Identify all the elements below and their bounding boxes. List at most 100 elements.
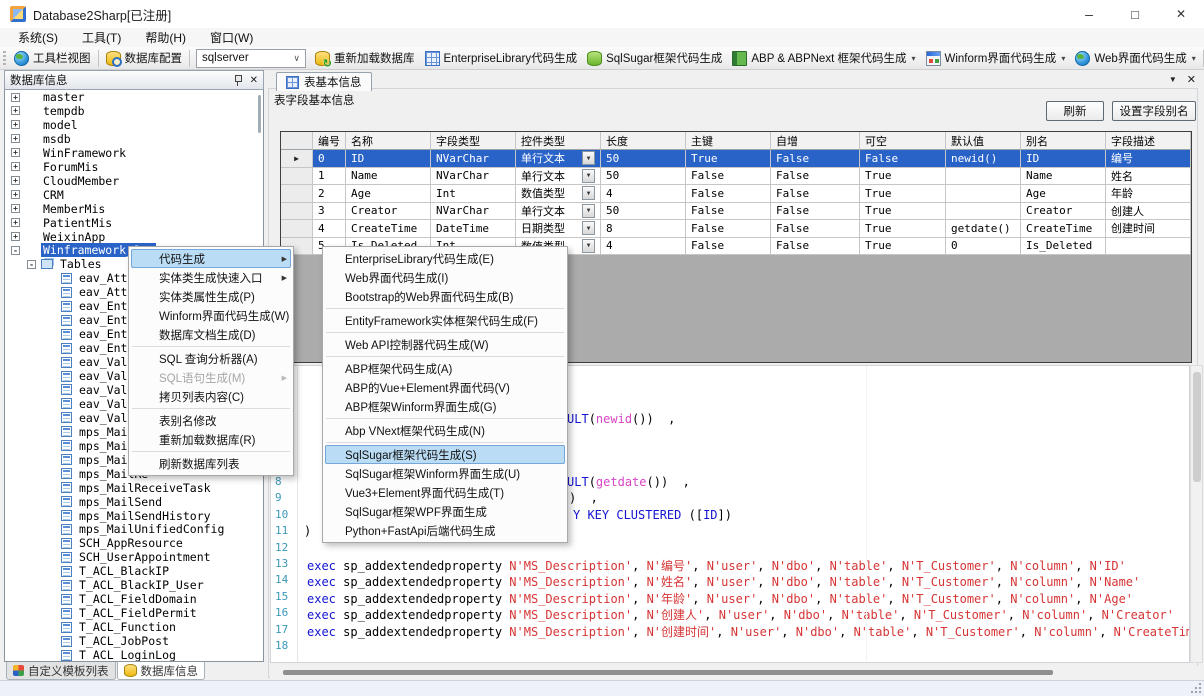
context-menu-item[interactable]: 代码生成▶ xyxy=(131,249,291,268)
editor-vscrollbar[interactable] xyxy=(1190,365,1203,663)
grid-cell[interactable]: 0 xyxy=(946,238,1021,256)
grid-cell[interactable]: NVarChar xyxy=(431,150,516,168)
grid-cell[interactable]: False xyxy=(771,220,860,238)
tree-node[interactable]: +tempdb xyxy=(5,104,263,118)
tree-node[interactable]: T_ACL_FieldPermit xyxy=(5,606,263,620)
pin-icon[interactable] xyxy=(233,74,242,86)
tree-node[interactable]: +CRM xyxy=(5,188,263,202)
grid-cell[interactable]: 4 xyxy=(601,238,686,256)
submenu-item[interactable]: ABP框架Winform界面生成(G) xyxy=(325,397,565,416)
tree-node[interactable]: T_ACL_FieldDomain xyxy=(5,592,263,606)
sidebar-tab-templates[interactable]: 自定义模板列表 xyxy=(6,662,116,680)
tree-node[interactable]: mps_MailSendHistory xyxy=(5,509,263,523)
grid-header-cell[interactable]: 自增 xyxy=(771,132,860,150)
tree-node[interactable]: +WeixinApp xyxy=(5,230,263,244)
editor-hscrollbar[interactable] xyxy=(270,666,1203,679)
web-button[interactable]: Web界面代码生成 ▾ xyxy=(1070,47,1200,69)
grid-cell[interactable]: False xyxy=(686,220,771,238)
grid-row[interactable]: 4CreateTimeDateTime日期类型▼8FalseFalseTrueg… xyxy=(281,220,1191,238)
submenu-item[interactable]: Python+FastApi后端代码生成 xyxy=(325,521,565,540)
context-menu-item[interactable]: Winform界面代码生成(W) xyxy=(131,306,291,325)
grid-cell[interactable]: NVarChar xyxy=(431,203,516,221)
submenu-item[interactable]: EntityFramework实体框架代码生成(F) xyxy=(325,311,565,330)
menubar-item[interactable]: 窗口(W) xyxy=(198,28,265,47)
grid-row[interactable]: ▶0IDNVarChar单行文本▼50TrueFalseFalsenewid()… xyxy=(281,150,1191,168)
context-menu-item[interactable]: 实体类生成快速入口▶ xyxy=(131,268,291,287)
submenu-item[interactable]: Vue3+Element界面代码生成(T) xyxy=(325,483,565,502)
menubar-item[interactable]: 工具(T) xyxy=(70,28,133,47)
winform-button[interactable]: Winform界面代码生成 ▾ xyxy=(921,47,1071,69)
sidebar-close-icon[interactable]: ✕ xyxy=(250,75,258,86)
grid-cell[interactable]: 1 xyxy=(313,168,346,186)
dropdown-caret-icon[interactable]: ▾ xyxy=(1061,54,1065,63)
tree-node[interactable]: +master xyxy=(5,90,263,104)
grid-cell[interactable]: Int xyxy=(431,185,516,203)
context-menu-item[interactable]: 重新加载数据库(R) xyxy=(131,430,291,449)
enterpriselib-button[interactable]: EnterpriseLibrary代码生成 xyxy=(420,47,583,69)
grid-cell[interactable]: 日期类型▼ xyxy=(516,220,601,238)
grid-cell[interactable]: False xyxy=(771,168,860,186)
grid-cell[interactable]: False xyxy=(771,150,860,168)
grid-cell[interactable]: 姓名 xyxy=(1106,168,1191,186)
submenu-item[interactable]: ABP的Vue+Element界面代码(V) xyxy=(325,378,565,397)
submenu-item[interactable]: Web API控制器代码生成(W) xyxy=(325,335,565,354)
refresh-button[interactable]: 刷新 xyxy=(1046,101,1104,121)
grid-row[interactable]: 1NameNVarChar单行文本▼50FalseFalseTrueName姓名 xyxy=(281,168,1191,186)
grid-cell[interactable]: Name xyxy=(346,168,431,186)
grid-cell[interactable]: False xyxy=(686,185,771,203)
tree-node[interactable]: SCH_AppResource xyxy=(5,536,263,550)
grid-cell[interactable]: 8 xyxy=(601,220,686,238)
menubar-item[interactable]: 帮助(H) xyxy=(133,28,198,47)
expander-icon[interactable]: + xyxy=(11,134,20,143)
hscroll-thumb[interactable] xyxy=(283,670,1053,675)
grid-header-cell[interactable]: 别名 xyxy=(1021,132,1106,150)
grid-cell[interactable] xyxy=(946,185,1021,203)
expander-icon[interactable]: + xyxy=(11,232,20,241)
submenu-item[interactable]: Bootstrap的Web界面代码生成(B) xyxy=(325,287,565,306)
grid-row[interactable]: 2AgeInt数值类型▼4FalseFalseTrueAge年龄 xyxy=(281,185,1191,203)
grid-cell[interactable]: 单行文本▼ xyxy=(516,203,601,221)
combo-dropdown-button[interactable]: ▼ xyxy=(582,151,595,165)
grid-header-cell[interactable]: 主键 xyxy=(686,132,771,150)
sqlsugar-button[interactable]: SqlSugar框架代码生成 xyxy=(582,47,727,69)
grid-cell[interactable]: 创建时间 xyxy=(1106,220,1191,238)
expander-icon[interactable]: + xyxy=(11,162,20,171)
grid-header-cell[interactable]: 长度 xyxy=(601,132,686,150)
grid-cell[interactable]: True xyxy=(860,203,946,221)
maximize-button[interactable] xyxy=(1112,0,1158,28)
minimize-button[interactable] xyxy=(1066,0,1112,28)
grid-cell[interactable]: CreateTime xyxy=(1021,220,1106,238)
combo-dropdown-button[interactable]: ▼ xyxy=(582,186,595,200)
submenu-item[interactable]: SqlSugar框架WPF界面生成 xyxy=(325,502,565,521)
grid-cell[interactable]: True xyxy=(860,238,946,256)
context-menu-item[interactable]: 实体类属性生成(P) xyxy=(131,287,291,306)
grid-header-cell[interactable]: 控件类型 xyxy=(516,132,601,150)
tree-node[interactable]: +model xyxy=(5,118,263,132)
submenu-item[interactable]: SqlSugar框架代码生成(S) xyxy=(325,445,565,464)
panel-caret-button[interactable]: ▼ xyxy=(1169,75,1177,84)
grid-header-cell[interactable]: 可空 xyxy=(860,132,946,150)
expander-icon[interactable]: - xyxy=(27,260,36,269)
grid-cell[interactable]: 4 xyxy=(313,220,346,238)
grid-cell[interactable]: 年龄 xyxy=(1106,185,1191,203)
grid-cell[interactable] xyxy=(1106,238,1191,256)
expander-icon[interactable]: + xyxy=(11,120,20,129)
expander-icon[interactable]: + xyxy=(11,148,20,157)
grid-header-cell[interactable]: 默认值 xyxy=(946,132,1021,150)
context-menu-item[interactable]: 数据库文档生成(D) xyxy=(131,325,291,344)
grid-cell[interactable]: Creator xyxy=(346,203,431,221)
grid-cell[interactable]: ID xyxy=(1021,150,1106,168)
combo-dropdown-button[interactable]: ▼ xyxy=(582,169,595,183)
tree-node[interactable]: +msdb xyxy=(5,132,263,146)
db-type-combo[interactable]: sqlserver ∨ xyxy=(196,49,306,68)
submenu-item[interactable]: SqlSugar框架Winform界面生成(U) xyxy=(325,464,565,483)
menubar-item[interactable]: 系统(S) xyxy=(6,28,70,47)
grid-cell[interactable]: False xyxy=(771,185,860,203)
grid-cell[interactable]: getdate() xyxy=(946,220,1021,238)
toolbar-grip[interactable] xyxy=(3,51,6,66)
grid-cell[interactable]: ID xyxy=(346,150,431,168)
tree-node[interactable]: mps_MailReceiveTask xyxy=(5,481,263,495)
tree-node[interactable]: T_ACL_BlackIP_User xyxy=(5,578,263,592)
combo-dropdown-button[interactable]: ▼ xyxy=(582,204,595,218)
grid-cell[interactable]: False xyxy=(686,168,771,186)
